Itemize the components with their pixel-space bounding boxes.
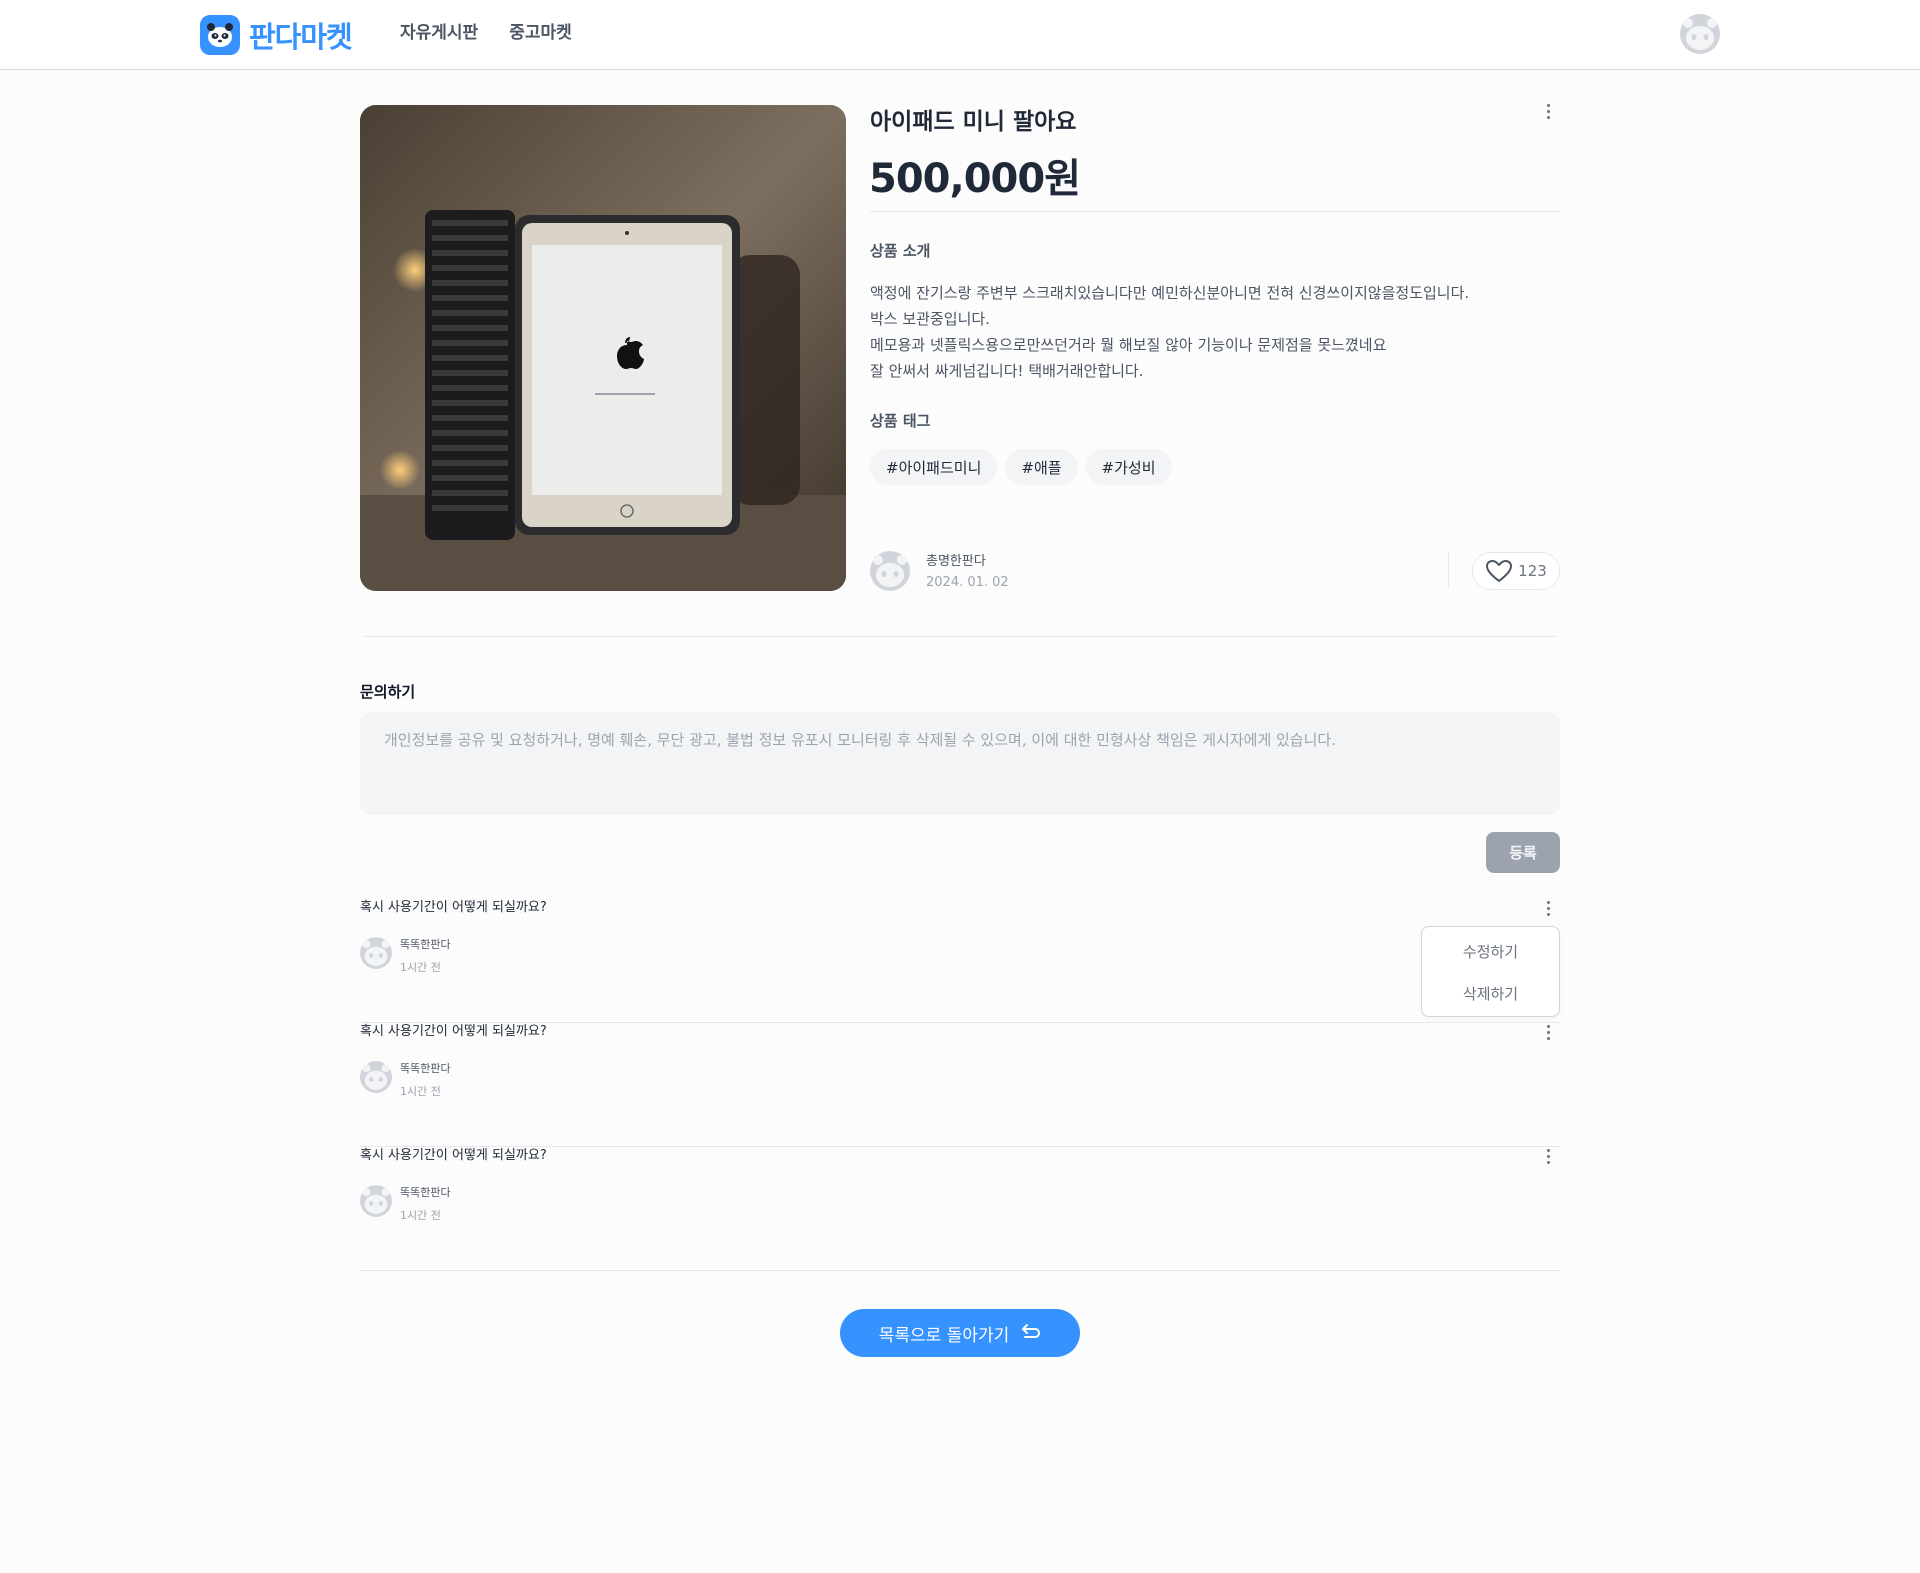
comment-text: 혹시 사용기간이 어떻게 되실까요? [360,900,547,915]
back-to-list-label: 목록으로 돌아가기 [878,1325,1010,1346]
commenter-name: 똑똑한판다 [400,1186,451,1199]
delete-menu-item[interactable]: 삭제하기 [1422,972,1559,1014]
comment-time: 1시간 전 [400,961,441,974]
comment-dropdown-menu: 수정하기 삭제하기 [1421,926,1560,1017]
divider [1448,551,1449,587]
product-more-menu-icon[interactable] [1536,99,1560,123]
comment-more-menu-icon[interactable] [1536,1020,1560,1044]
tag-list: #아이패드미니 #애플 #가성비 [870,449,1172,485]
nav-free-board[interactable]: 자유게시판 [400,20,478,46]
product-description: 액정에 잔기스랑 주변부 스크래치있습니다만 예민하신분아니면 전혀 신경쓰이지… [870,280,1469,384]
panda-logo-icon [200,15,240,55]
commenter-avatar-icon [360,1185,392,1217]
divider [870,211,1560,212]
inquiry-title: 문의하기 [360,683,416,701]
seller-name: 총명한판다 [926,554,986,569]
comment-more-menu-icon[interactable] [1536,896,1560,920]
description-line: 액정에 잔기스랑 주변부 스크래치있습니다만 예민하신분아니면 전혀 신경쓰이지… [870,284,1470,302]
heart-icon [1486,560,1513,582]
inquiry-input[interactable] [360,712,1560,815]
tag-chip: #아이패드미니 [870,449,998,485]
comment-time: 1시간 전 [400,1085,441,1098]
comment-item: 혹시 사용기간이 어떻게 되실까요? 똑똑한판다 1시간 전 [360,899,1560,1023]
user-avatar-icon[interactable] [1680,14,1720,54]
commenter-avatar-icon [360,937,392,969]
tag-chip: #애플 [1005,449,1078,485]
comment-item: 혹시 사용기간이 어떻게 되실까요? 똑똑한판다 1시간 전 [360,1147,1560,1271]
back-to-list-button[interactable]: 목록으로 돌아가기 [840,1309,1080,1357]
description-line: 잘 안써서 싸게넘깁니다! 택배거래안합니다. [870,362,1144,380]
commenter-name: 똑똑한판다 [400,1062,451,1075]
like-count: 123 [1518,562,1547,580]
logo-link[interactable]: 판다마켓 [200,15,353,55]
main-nav: 자유게시판 중고마켓 [400,20,572,46]
description-label: 상품 소개 [870,242,931,260]
product-title: 아이패드 미니 팔아요 [870,109,1077,135]
product-image [360,105,846,591]
top-navbar: 판다마켓 자유게시판 중고마켓 [0,0,1920,70]
description-line: 박스 보관중입니다. [870,310,990,328]
edit-menu-item[interactable]: 수정하기 [1422,930,1559,972]
return-arrow-icon [1022,1324,1041,1338]
tag-chip: #가성비 [1085,449,1172,485]
comment-time: 1시간 전 [400,1209,441,1222]
product-price: 500,000원 [869,156,1081,202]
seller-avatar-icon [870,551,910,591]
commenter-avatar-icon [360,1061,392,1093]
submit-button[interactable]: 등록 [1486,832,1560,873]
tags-label: 상품 태그 [870,412,931,430]
comment-text: 혹시 사용기간이 어떻게 되실까요? [360,1148,547,1163]
post-date: 2024. 01. 02 [926,575,1009,590]
comment-text: 혹시 사용기간이 어떻게 되실까요? [360,1024,547,1039]
divider [364,636,1556,637]
comment-more-menu-icon[interactable] [1536,1144,1560,1168]
nav-used-market[interactable]: 중고마켓 [509,20,572,46]
description-line: 메모용과 넷플릭스용으로만쓰던거라 뭘 해보질 않아 기능이나 문제점을 못느꼈… [870,336,1387,354]
comment-item: 혹시 사용기간이 어떻게 되실까요? 똑똑한판다 1시간 전 [360,1023,1560,1147]
like-button[interactable]: 123 [1472,552,1560,590]
logo-text: 판다마켓 [249,20,353,54]
commenter-name: 똑똑한판다 [400,938,451,951]
